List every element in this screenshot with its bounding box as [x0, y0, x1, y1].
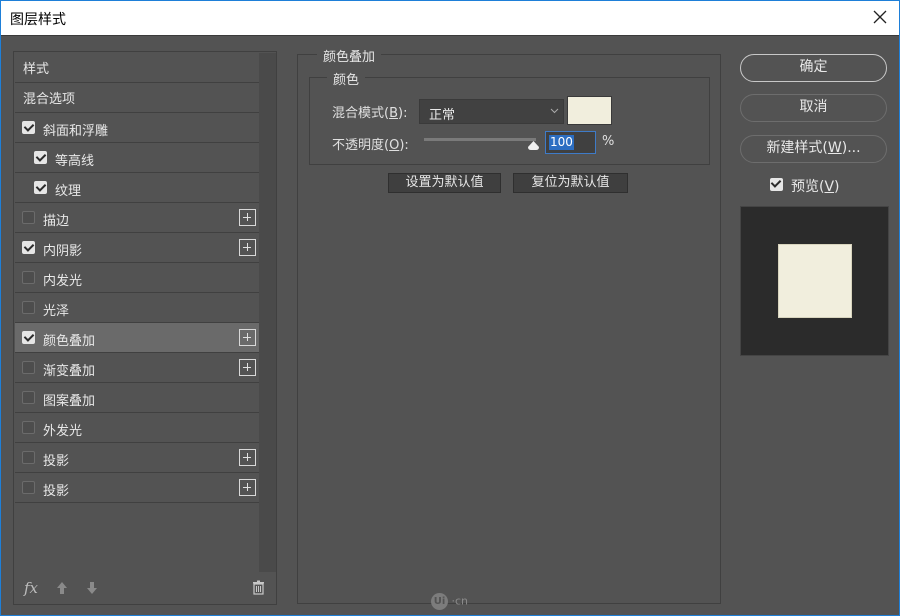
set-default-button[interactable]: 设置为默认值 — [388, 173, 501, 193]
style-checkbox[interactable] — [22, 421, 35, 434]
close-icon[interactable] — [871, 8, 889, 26]
style-checkbox[interactable] — [22, 241, 35, 254]
style-item-label: 投影 — [43, 484, 70, 499]
blend-mode-label: 混合模式(B): — [332, 106, 408, 121]
style-item-label: 纹理 — [55, 184, 82, 199]
add-effect-icon[interactable] — [239, 239, 256, 256]
add-effect-icon[interactable] — [239, 209, 256, 226]
trash-icon[interactable] — [252, 580, 265, 595]
style-item[interactable]: 斜面和浮雕 — [15, 113, 259, 143]
add-effect-icon[interactable] — [239, 449, 256, 466]
style-checkbox[interactable] — [22, 271, 35, 284]
percent-unit: % — [602, 134, 615, 149]
blend-mode-select[interactable]: 正常 — [419, 99, 564, 124]
ok-button[interactable]: 确定 — [740, 54, 887, 82]
preview-check-icon[interactable] — [770, 178, 783, 191]
preview-thumbnail — [778, 244, 852, 318]
style-checkbox[interactable] — [22, 361, 35, 374]
reset-default-button[interactable]: 复位为默认值 — [513, 173, 628, 193]
style-item-label: 等高线 — [55, 154, 95, 169]
style-item[interactable]: 光泽 — [15, 293, 259, 323]
move-down-icon[interactable] — [86, 581, 98, 595]
style-checkbox[interactable] — [22, 301, 35, 314]
preview-label: 预览(V) — [791, 179, 840, 195]
new-style-button[interactable]: 新建样式(W)... — [740, 135, 887, 163]
style-checkbox[interactable] — [34, 181, 47, 194]
fx-icon[interactable]: fx — [24, 579, 38, 597]
styles-toolbar: fx — [14, 572, 276, 604]
style-checkbox[interactable] — [22, 211, 35, 224]
overlay-color-swatch[interactable] — [567, 96, 612, 125]
style-item-label: 颜色叠加 — [43, 334, 96, 349]
style-preview — [740, 206, 889, 356]
styles-list: 样式混合选项斜面和浮雕等高线纹理描边内阴影内发光光泽颜色叠加渐变叠加图案叠加外发… — [15, 53, 259, 503]
style-item[interactable]: 图案叠加 — [15, 383, 259, 413]
style-item[interactable]: 渐变叠加 — [15, 353, 259, 383]
cancel-button[interactable]: 取消 — [740, 94, 887, 122]
style-item-label: 斜面和浮雕 — [43, 124, 109, 139]
dialog-title: 图层样式 — [10, 12, 66, 28]
style-checkbox[interactable] — [34, 151, 47, 164]
style-item-label: 描边 — [43, 214, 70, 229]
style-item[interactable]: 颜色叠加 — [15, 323, 259, 353]
chevron-down-icon — [550, 108, 559, 114]
style-checkbox[interactable] — [22, 121, 35, 134]
opacity-input[interactable]: 100 — [545, 131, 596, 154]
style-item-label: 样式 — [23, 62, 50, 77]
style-checkbox[interactable] — [22, 331, 35, 344]
style-item-label: 内阴影 — [43, 244, 83, 259]
add-effect-icon[interactable] — [239, 479, 256, 496]
move-up-icon[interactable] — [56, 581, 68, 595]
style-item[interactable]: 等高线 — [15, 143, 259, 173]
style-item-label: 外发光 — [43, 424, 83, 439]
style-item[interactable]: 内发光 — [15, 263, 259, 293]
style-checkbox[interactable] — [22, 481, 35, 494]
title-bar: 图层样式 — [1, 1, 899, 36]
group-title: 颜色叠加 — [317, 46, 382, 65]
opacity-label: 不透明度(O): — [332, 138, 409, 153]
style-item-label: 内发光 — [43, 274, 83, 289]
style-item-label: 渐变叠加 — [43, 364, 96, 379]
style-checkbox[interactable] — [22, 391, 35, 404]
watermark: Ui ·cn — [431, 593, 468, 610]
style-item[interactable]: 纹理 — [15, 173, 259, 203]
scrollbar[interactable] — [259, 53, 276, 572]
blend-mode-value: 正常 — [429, 108, 456, 123]
style-checkbox[interactable] — [22, 451, 35, 464]
style-item-label: 混合选项 — [23, 92, 76, 107]
add-effect-icon[interactable] — [239, 329, 256, 346]
opacity-slider-track[interactable] — [424, 138, 536, 141]
subgroup-title: 颜色 — [327, 69, 366, 88]
style-item[interactable]: 样式 — [15, 53, 259, 83]
opacity-value: 100 — [549, 135, 574, 150]
style-item-label: 光泽 — [43, 304, 70, 319]
add-effect-icon[interactable] — [239, 359, 256, 376]
watermark-logo: Ui — [431, 593, 448, 610]
watermark-text: ·cn — [451, 594, 469, 608]
opacity-slider-thumb[interactable] — [527, 140, 540, 151]
style-item[interactable]: 内阴影 — [15, 233, 259, 263]
style-item[interactable]: 投影 — [15, 443, 259, 473]
style-item[interactable]: 外发光 — [15, 413, 259, 443]
style-item-label: 投影 — [43, 454, 70, 469]
style-item-label: 图案叠加 — [43, 394, 96, 409]
layer-style-dialog: 图层样式 样式 混合选项 斜面和浮雕 等高线 纹理 描边 内阴影 内发光 光泽 颜色叠加 渐变叠加图… — [0, 0, 900, 616]
style-item[interactable]: 投影 — [15, 473, 259, 503]
styles-list-panel: 样式混合选项斜面和浮雕等高线纹理描边内阴影内发光光泽颜色叠加渐变叠加图案叠加外发… — [13, 51, 277, 605]
style-item[interactable]: 混合选项 — [15, 83, 259, 113]
style-item[interactable]: 描边 — [15, 203, 259, 233]
